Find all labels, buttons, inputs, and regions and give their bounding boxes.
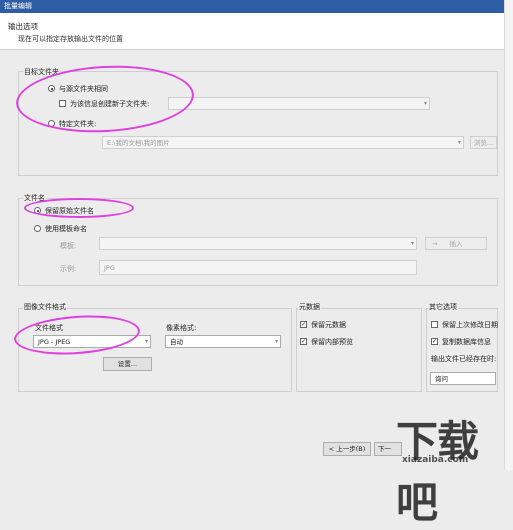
create-subfolder-checkbox[interactable] [59, 100, 66, 107]
chevron-down-icon: ▾ [423, 100, 427, 107]
example-label: 示例: [60, 265, 77, 273]
watermark-url: xiazaiba.com [402, 455, 469, 465]
keep-preview-label: 保留内部预览 [311, 338, 353, 346]
specific-folder-radio[interactable] [48, 120, 55, 127]
page-subtitle: 现在可以指定存放输出文件的位置 [18, 35, 123, 43]
window-title-bar: 批量编辑 [0, 0, 513, 13]
create-subfolder-label: 为该信息创建新子文件夹: [70, 100, 150, 108]
insert-button-label: 插入 [449, 240, 463, 248]
specific-folder-label: 特定文件夹: [59, 120, 97, 128]
folder-path-dropdown[interactable]: E:\我的文档\我的图片 ▾ [102, 136, 464, 149]
pixel-format-value: 自动 [170, 338, 183, 346]
file-format-dropdown[interactable]: JPG - JPEG ▾ [33, 335, 151, 348]
pixel-format-label: 像素格式: [166, 324, 197, 332]
keep-metadata-label: 保留元数据 [311, 321, 346, 329]
image-format-group-label: 图像文件格式 [23, 302, 67, 312]
target-folder-group-label: 目标文件夹 [23, 67, 60, 77]
keep-original-name-label: 保留原始文件名 [45, 207, 94, 215]
copy-database-label: 复制数据库信息 [442, 338, 491, 346]
chevron-down-icon: ▾ [410, 240, 414, 247]
template-dropdown[interactable]: ▾ [99, 237, 417, 250]
chevron-down-icon: ▾ [274, 338, 278, 345]
if-exists-label: 输出文件已经存在时: [431, 355, 497, 363]
use-template-label: 使用模板命名 [45, 225, 87, 233]
back-button[interactable]: < 上一步(B) [323, 442, 371, 456]
page-header: 输出选项 现在可以指定存放输出文件的位置 [0, 13, 513, 50]
subfolder-name-dropdown[interactable]: ▾ [168, 97, 430, 110]
image-format-group [18, 308, 292, 392]
arrow-icon: → [432, 240, 438, 248]
chevron-down-icon: ▾ [457, 139, 461, 146]
copy-database-checkbox[interactable]: ✓ [431, 338, 438, 345]
same-as-source-label: 与源文件夹相同 [59, 85, 108, 93]
file-name-group-label: 文件名 [23, 193, 46, 203]
insert-button[interactable]: → 插入 [425, 237, 487, 250]
same-as-source-radio[interactable] [48, 85, 55, 92]
browse-button[interactable]: 浏览... [470, 136, 497, 149]
keep-preview-checkbox[interactable]: ✓ [300, 338, 307, 345]
file-format-value: JPG - JPEG [38, 338, 71, 346]
file-format-label: 文件格式 [35, 324, 63, 332]
chevron-down-icon: ▾ [144, 338, 148, 345]
template-label: 模板: [60, 242, 77, 250]
use-template-radio[interactable] [34, 225, 41, 232]
example-preview: JPG [99, 260, 417, 275]
folder-path-value: E:\我的文档\我的图片 [107, 139, 170, 147]
metadata-group-label: 元数据 [298, 302, 321, 312]
settings-button[interactable]: 设置... [103, 357, 152, 371]
keep-metadata-checkbox[interactable]: ✓ [300, 321, 307, 328]
page-title: 输出选项 [8, 22, 38, 31]
keep-original-name-radio[interactable] [34, 207, 41, 214]
if-exists-dropdown[interactable]: 询问 [430, 372, 496, 385]
other-options-group-label: 其它选项 [428, 302, 458, 312]
keep-modified-date-checkbox[interactable] [431, 321, 438, 328]
keep-modified-date-label: 保留上次修改日期 [442, 321, 498, 329]
vertical-scrollbar[interactable] [504, 0, 513, 470]
watermark-logo: 下载吧 [396, 417, 479, 527]
pixel-format-dropdown[interactable]: 自动 ▾ [165, 335, 281, 348]
